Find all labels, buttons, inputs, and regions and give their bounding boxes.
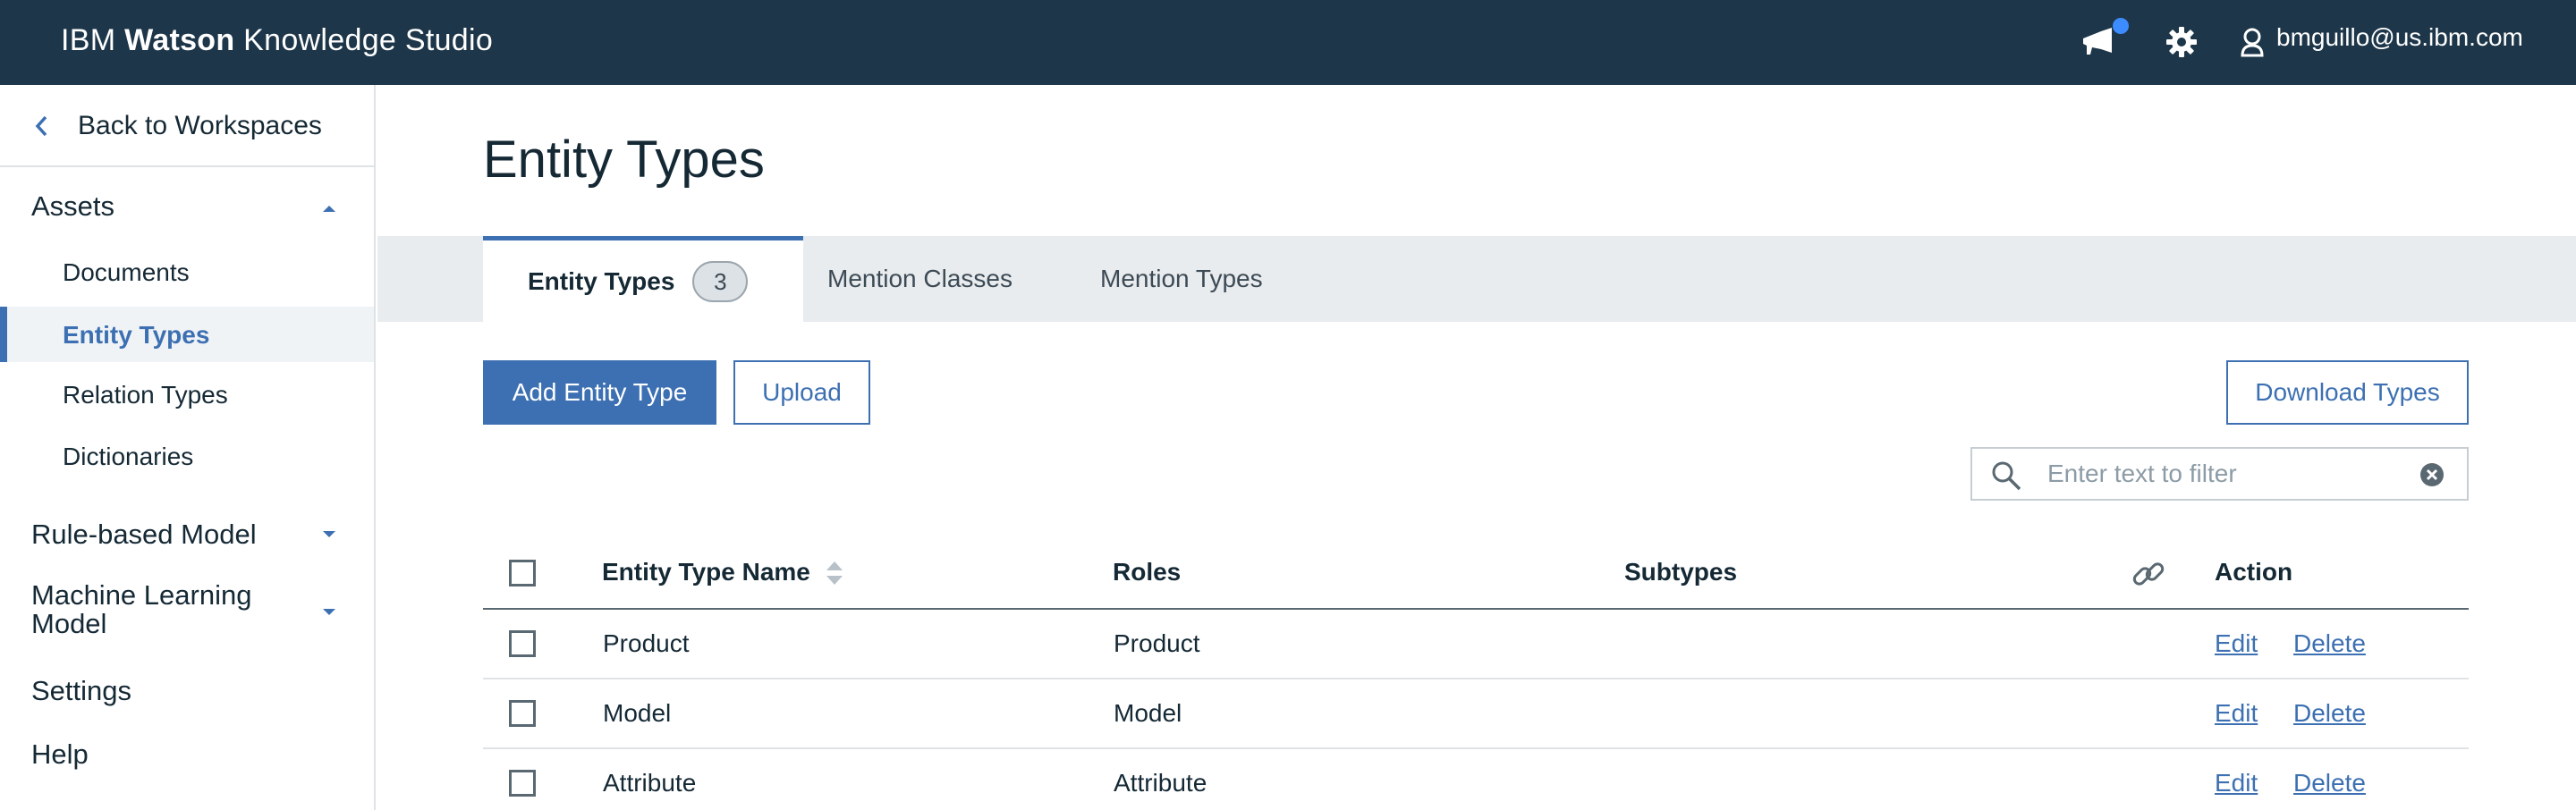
sidebar-section-assets[interactable]: Assets bbox=[31, 190, 114, 223]
cell-name: Model bbox=[603, 699, 672, 727]
search-icon bbox=[1990, 460, 2022, 496]
brand-bold: Watson bbox=[124, 23, 235, 57]
cell-name: Attribute bbox=[603, 769, 697, 797]
sidebar-item-help[interactable]: Help bbox=[31, 738, 89, 771]
chevron-down-icon[interactable] bbox=[322, 608, 336, 617]
sidebar-section-rule-based-model[interactable]: Rule-based Model bbox=[31, 519, 257, 551]
chevron-left-icon bbox=[32, 114, 50, 143]
sidebar-item-label: Documents bbox=[63, 258, 190, 286]
row-checkbox[interactable] bbox=[509, 700, 536, 727]
tab-entity-types[interactable]: Entity Types 3 bbox=[483, 236, 803, 322]
column-header-roles: Roles bbox=[1113, 558, 1182, 586]
column-header-subtypes: Subtypes bbox=[1624, 558, 1738, 586]
sidebar-item-label: Entity Types bbox=[63, 321, 210, 349]
sidebar-item-label: Relation Types bbox=[63, 381, 228, 409]
sidebar-item-documents[interactable]: Documents bbox=[0, 244, 374, 300]
app-title[interactable]: IBM Watson Knowledge Studio bbox=[61, 23, 493, 58]
page-title: Entity Types bbox=[483, 131, 765, 189]
delete-link[interactable]: Delete bbox=[2293, 629, 2366, 658]
cell-roles: Model bbox=[1114, 699, 1182, 727]
cell-name: Product bbox=[603, 629, 690, 657]
top-bar: IBM Watson Knowledge Studio bmguillo@us.… bbox=[0, 0, 2576, 85]
column-header-action: Action bbox=[2215, 558, 2293, 586]
row-checkbox[interactable] bbox=[509, 630, 536, 657]
select-all-checkbox[interactable] bbox=[509, 560, 536, 586]
clear-icon[interactable] bbox=[2419, 462, 2445, 492]
add-entity-type-button[interactable]: Add Entity Type bbox=[483, 360, 716, 425]
gear-icon[interactable] bbox=[2159, 20, 2204, 64]
sidebar-section-machine-learning-model[interactable]: Machine Learning Model bbox=[31, 581, 300, 638]
count-badge: 3 bbox=[692, 260, 749, 302]
user-icon[interactable] bbox=[2236, 20, 2268, 64]
sidebar-item-entity-types[interactable]: Entity Types bbox=[0, 307, 374, 362]
user-email[interactable]: bmguillo@us.ibm.com bbox=[2276, 23, 2523, 52]
tab-bar: Entity Types 3 Mention Classes Mention T… bbox=[377, 236, 2576, 322]
edit-link[interactable]: Edit bbox=[2215, 699, 2258, 728]
chevron-up-icon[interactable] bbox=[322, 204, 336, 213]
row-checkbox[interactable] bbox=[509, 770, 536, 797]
tab-mention-classes[interactable]: Mention Classes bbox=[827, 236, 1013, 322]
edit-link[interactable]: Edit bbox=[2215, 629, 2258, 658]
table-row: Model Model Edit Delete bbox=[483, 679, 2469, 749]
tab-label: Entity Types bbox=[528, 266, 675, 295]
tab-label: Mention Types bbox=[1100, 265, 1263, 292]
brand-suffix: Knowledge Studio bbox=[243, 23, 494, 57]
back-link-label: Back to Workspaces bbox=[78, 111, 322, 140]
sort-icon[interactable] bbox=[825, 560, 844, 591]
sidebar-item-settings[interactable]: Settings bbox=[31, 675, 131, 707]
table-row: Product Product Edit Delete bbox=[483, 610, 2469, 679]
cell-roles: Attribute bbox=[1114, 769, 1208, 797]
link-icon bbox=[2131, 556, 2166, 596]
table-header: Entity Type Name Roles Subtypes Action bbox=[483, 536, 2469, 610]
cell-roles: Product bbox=[1114, 629, 1200, 657]
chevron-down-icon[interactable] bbox=[322, 530, 336, 539]
tab-mention-types[interactable]: Mention Types bbox=[1100, 236, 1263, 322]
filter-box bbox=[1970, 447, 2469, 501]
table-row: Attribute Attribute Edit Delete bbox=[483, 749, 2469, 810]
sidebar-item-relation-types[interactable]: Relation Types bbox=[0, 367, 374, 422]
delete-link[interactable]: Delete bbox=[2293, 769, 2366, 797]
delete-link[interactable]: Delete bbox=[2293, 699, 2366, 728]
tab-label: Mention Classes bbox=[827, 265, 1013, 292]
edit-link[interactable]: Edit bbox=[2215, 769, 2258, 797]
sidebar-item-label: Dictionaries bbox=[63, 443, 194, 470]
column-header-name[interactable]: Entity Type Name bbox=[602, 558, 810, 586]
upload-button[interactable]: Upload bbox=[733, 360, 870, 425]
brand-prefix: IBM bbox=[61, 23, 116, 57]
filter-input[interactable] bbox=[2047, 456, 2405, 492]
sidebar-item-dictionaries[interactable]: Dictionaries bbox=[0, 428, 374, 484]
notification-badge bbox=[2113, 18, 2129, 34]
back-to-workspaces-link[interactable]: Back to Workspaces bbox=[0, 85, 374, 167]
download-types-button[interactable]: Download Types bbox=[2226, 360, 2469, 425]
sidebar: Back to Workspaces Assets Documents Enti… bbox=[0, 85, 376, 810]
